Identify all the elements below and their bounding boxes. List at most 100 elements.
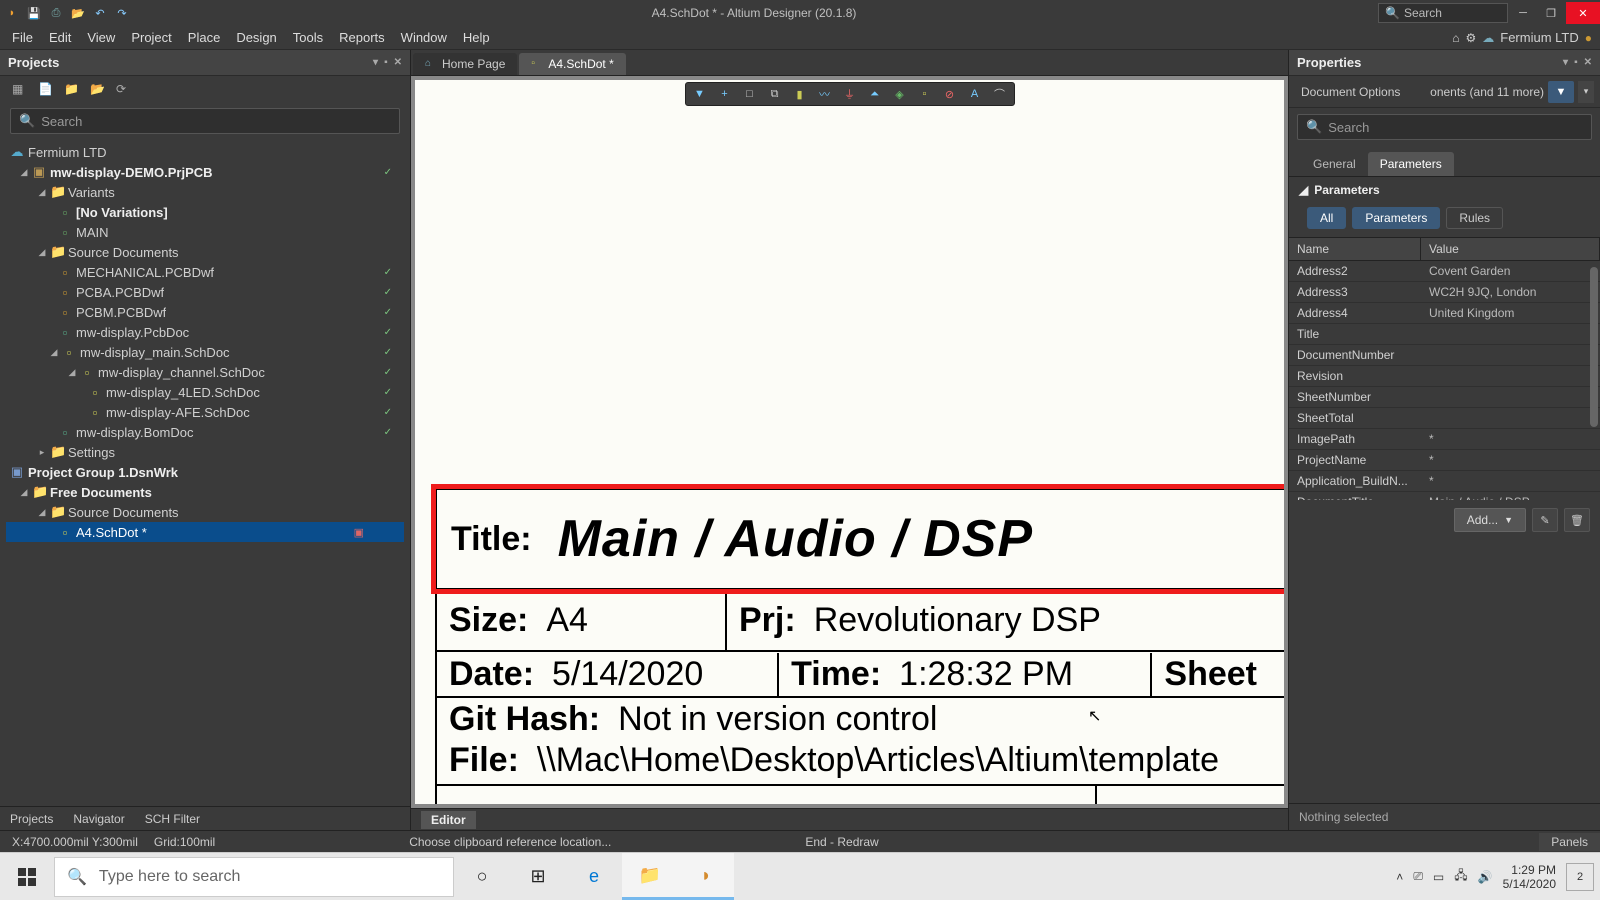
filter-icon[interactable]: ▼ <box>692 86 708 102</box>
panel-pin-icon[interactable]: ▪ <box>384 57 388 68</box>
panel-dropdown-icon[interactable]: ▾ <box>373 57 378 68</box>
parameters-table[interactable]: Name Value Address2Covent Garden Address… <box>1289 237 1600 500</box>
tab-editor[interactable]: Editor <box>421 811 476 829</box>
status-ok-icon: ✓ <box>384 327 392 338</box>
menu-design[interactable]: Design <box>228 28 284 47</box>
menu-help[interactable]: Help <box>455 28 498 47</box>
expand-icon[interactable]: ◢ <box>18 167 30 178</box>
tray-clock[interactable]: 1:29 PM 5/14/2020 <box>1503 863 1556 891</box>
properties-search[interactable]: 🔍 Search <box>1297 114 1592 140</box>
notifications-button[interactable]: 2 <box>1566 863 1594 891</box>
menu-view[interactable]: View <box>79 28 123 47</box>
projects-search[interactable]: 🔍 Search <box>10 108 400 134</box>
wave-icon[interactable]: 〰 <box>817 86 833 102</box>
open-icon[interactable]: 📂 <box>70 5 86 21</box>
tab-schfilter[interactable]: SCH Filter <box>135 809 210 829</box>
taskbar-search[interactable]: 🔍 Type here to search <box>54 857 454 897</box>
expand-icon[interactable]: ▸ <box>36 447 48 458</box>
redo-icon[interactable]: ↷ <box>114 5 130 21</box>
scrollbar-thumb[interactable] <box>1590 267 1598 427</box>
menu-file[interactable]: File <box>4 28 41 47</box>
tab-parameters[interactable]: Parameters <box>1368 152 1454 176</box>
flag-icon[interactable]: ◈ <box>892 86 908 102</box>
altium-app[interactable]: ◗ <box>678 853 734 900</box>
workspace-icon[interactable]: ▦ <box>12 82 28 98</box>
tab-navigator[interactable]: Navigator <box>63 809 134 829</box>
filter-dropdown[interactable]: ▾ <box>1578 81 1594 103</box>
warn-icon[interactable]: ⊘ <box>942 86 958 102</box>
tab-active-doc[interactable]: ▫A4.SchDot * <box>519 53 625 75</box>
tab-projects[interactable]: Projects <box>0 809 63 829</box>
user-avatar-icon[interactable]: ● <box>1585 31 1592 45</box>
expand-icon[interactable]: ◢ <box>36 247 48 258</box>
minimize-button[interactable]: ─ <box>1510 2 1536 24</box>
add-button[interactable]: Add...▼ <box>1454 508 1526 532</box>
folder-icon[interactable]: 📂 <box>90 82 106 98</box>
taskview-button[interactable]: ⊞ <box>510 853 566 900</box>
saveall-icon[interactable]: ⎙ <box>48 5 64 21</box>
vcc-icon[interactable]: ⏶ <box>867 86 883 102</box>
panel-dropdown-icon[interactable]: ▾ <box>1563 57 1568 68</box>
panel-close-icon[interactable]: ✕ <box>1584 57 1592 68</box>
folder-plus-icon[interactable]: 📁 <box>64 82 80 98</box>
tray-parallels-icon[interactable]: ⎚ <box>1413 869 1423 884</box>
title-value[interactable]: Main / Audio / DSP <box>558 509 1033 569</box>
tab-general[interactable]: General <box>1301 152 1368 176</box>
schematic-canvas[interactable]: ▼ + □ ⧉ ▮ 〰 ⏚ ⏶ ◈ ▫ ⊘ A ⌒ <box>415 80 1284 804</box>
delete-button[interactable]: 🗑 <box>1564 508 1590 532</box>
expand-icon[interactable]: ◢ <box>18 487 30 498</box>
menu-place[interactable]: Place <box>180 28 229 47</box>
maximize-button[interactable]: ❐ <box>1538 2 1564 24</box>
table-header: Name Value <box>1289 237 1600 261</box>
tray-volume-icon[interactable]: 🔊 <box>1478 870 1493 884</box>
edit-button[interactable]: ✎ <box>1532 508 1558 532</box>
port-icon[interactable]: ⧉ <box>767 86 783 102</box>
home-icon[interactable]: ⌂ <box>1452 31 1459 45</box>
sch-icon: ▫ <box>80 365 94 380</box>
project-tree[interactable]: ☁Fermium LTD ◢▣mw-display-DEMO.PrjPCB✓ ◢… <box>0 140 410 806</box>
menu-window[interactable]: Window <box>393 28 455 47</box>
netlabel-icon[interactable]: ▮ <box>792 86 808 102</box>
tray-battery-icon[interactable]: ▭ <box>1433 870 1444 884</box>
tab-home[interactable]: ⌂Home Page <box>413 53 517 75</box>
gear-icon[interactable]: ⚙ <box>1466 31 1477 45</box>
menu-project[interactable]: Project <box>123 28 179 47</box>
noerc-icon[interactable]: ▫ <box>917 86 933 102</box>
expand-icon[interactable]: ◢ <box>36 507 48 518</box>
close-button[interactable]: ✕ <box>1566 2 1600 24</box>
undo-icon[interactable]: ↶ <box>92 5 108 21</box>
gnd-icon[interactable]: ⏚ <box>842 86 858 102</box>
tray-expand-icon[interactable]: ˄ <box>1396 870 1403 884</box>
global-search[interactable]: 🔍 Search <box>1378 3 1508 23</box>
panel-pin-icon[interactable]: ▪ <box>1574 57 1578 68</box>
menu-edit[interactable]: Edit <box>41 28 79 47</box>
explorer-app[interactable]: 📁 <box>622 853 678 900</box>
square-icon[interactable]: □ <box>742 86 758 102</box>
expand-icon[interactable]: ◢ <box>36 187 48 198</box>
section-parameters[interactable]: ◢Parameters <box>1289 177 1600 203</box>
plus-icon[interactable]: + <box>717 86 733 102</box>
arc-icon[interactable]: ⌒ <box>992 86 1008 102</box>
document-tabs: ⌂Home Page ▫A4.SchDot * <box>411 50 1288 76</box>
panels-button[interactable]: Panels <box>1539 833 1600 851</box>
status-ok-icon: ✓ <box>384 167 392 178</box>
menu-reports[interactable]: Reports <box>331 28 393 47</box>
text-icon[interactable]: A <box>967 86 983 102</box>
expand-icon[interactable]: ◢ <box>66 367 78 378</box>
menu-tools[interactable]: Tools <box>285 28 331 47</box>
cloud-icon[interactable]: ☁ <box>1482 31 1494 45</box>
tree-item-active[interactable]: ▫A4.SchDot *▣ <box>6 522 404 542</box>
start-button[interactable] <box>0 853 54 900</box>
filter-rules[interactable]: Rules <box>1446 207 1503 229</box>
edge-app[interactable]: e <box>566 853 622 900</box>
tray-network-icon[interactable]: 🖧 <box>1454 866 1467 887</box>
refresh-icon[interactable]: ⟳ <box>116 82 132 98</box>
filter-parameters[interactable]: Parameters <box>1352 207 1440 229</box>
save-icon[interactable]: 💾 <box>26 5 42 21</box>
filter-button[interactable]: ▼ <box>1548 81 1574 103</box>
cortana-button[interactable]: ○ <box>454 853 510 900</box>
panel-close-icon[interactable]: ✕ <box>394 57 402 68</box>
filter-all[interactable]: All <box>1307 207 1346 229</box>
expand-icon[interactable]: ◢ <box>48 347 60 358</box>
compile-icon[interactable]: 📄 <box>38 82 54 98</box>
